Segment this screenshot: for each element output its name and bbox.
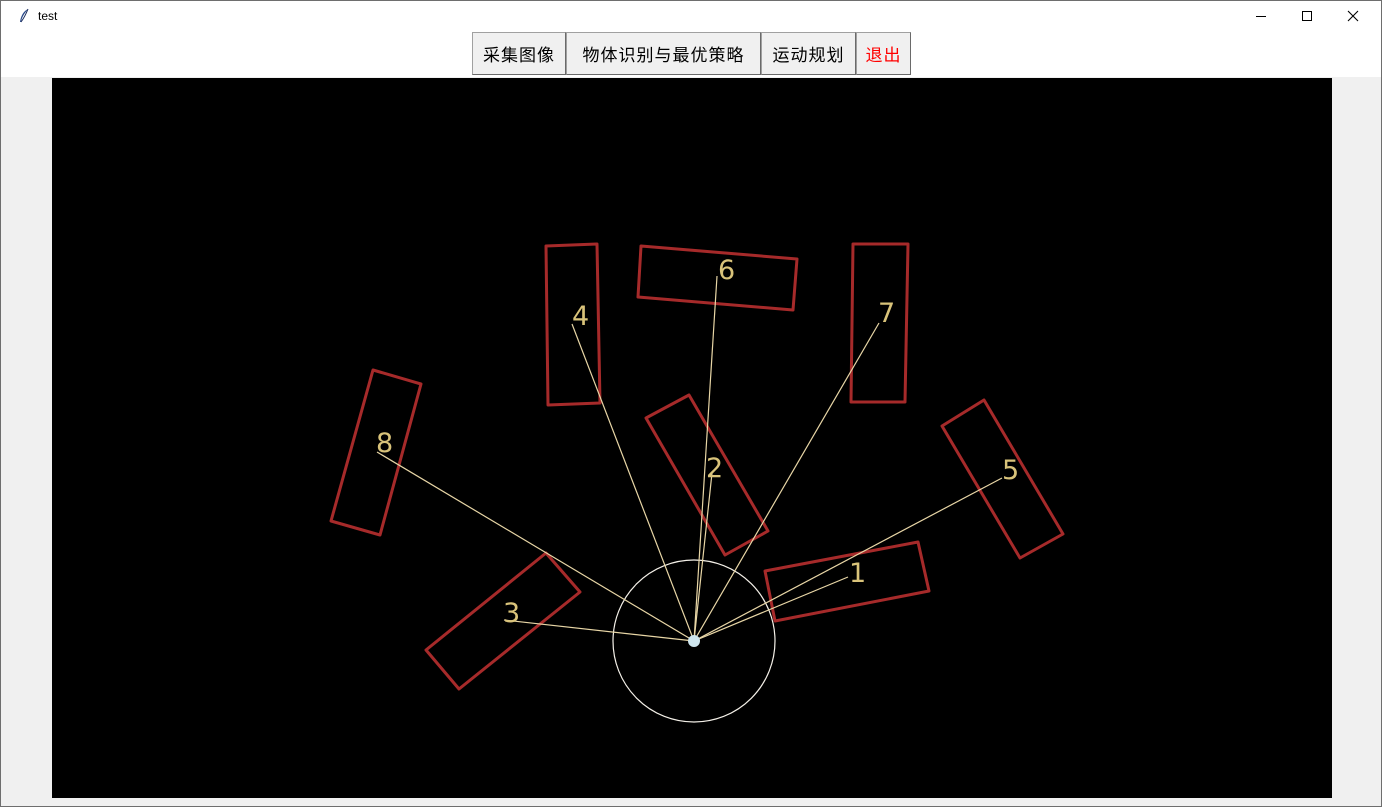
- motion-planning-button[interactable]: 运动规划: [761, 32, 856, 75]
- path-line-1: [693, 576, 849, 642]
- object-label-8: 8: [376, 428, 393, 459]
- object-label-7: 7: [878, 298, 895, 329]
- minimize-icon: [1256, 16, 1266, 17]
- object-label-5: 5: [1002, 455, 1019, 486]
- close-button[interactable]: [1330, 1, 1376, 31]
- path-line-5: [693, 477, 1003, 642]
- recognize-strategy-button[interactable]: 物体识别与最优策略: [566, 32, 761, 75]
- scene-canvas: 1 2 3 4 5 6 7 8: [52, 78, 1332, 798]
- object-label-3: 3: [503, 598, 520, 629]
- capture-image-button[interactable]: 采集图像: [472, 32, 566, 75]
- minimize-button[interactable]: [1238, 1, 1284, 31]
- path-line-4: [571, 323, 695, 642]
- object-label-2: 2: [706, 453, 723, 484]
- scene-svg: 1 2 3 4 5 6 7 8: [329, 242, 1065, 723]
- exit-button[interactable]: 退出: [856, 32, 911, 75]
- close-icon: [1347, 10, 1359, 22]
- title-bar: test: [1, 1, 1381, 31]
- app-window: test 采集图像 物体识别与最优策略 运动规划 退出 1 2 3 4 5 6 …: [0, 0, 1382, 807]
- toolbar: 采集图像 物体识别与最优策略 运动规划 退出: [472, 32, 911, 75]
- path-line-8: [376, 451, 695, 642]
- window-title: test: [38, 9, 58, 23]
- maximize-icon: [1302, 11, 1312, 21]
- object-label-1: 1: [849, 558, 866, 589]
- maximize-button[interactable]: [1284, 1, 1330, 31]
- object-box-1: [763, 540, 931, 623]
- robot-base-marker: [688, 635, 700, 647]
- feather-icon: [20, 8, 29, 23]
- object-label-4: 4: [572, 301, 589, 332]
- object-label-6: 6: [718, 255, 735, 286]
